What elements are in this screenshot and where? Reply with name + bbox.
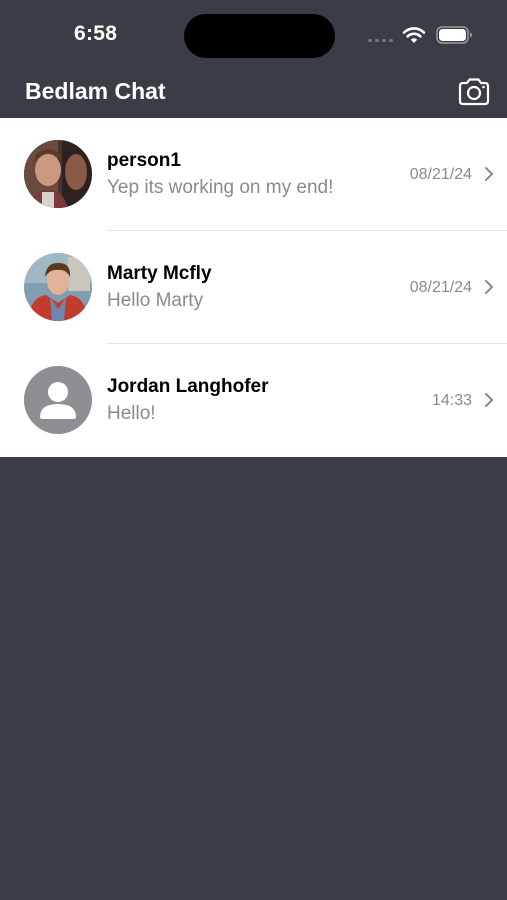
chevron-right-icon — [485, 280, 493, 294]
cellular-signal-icon — [368, 39, 393, 42]
wifi-icon — [402, 27, 426, 43]
chevron-right-icon — [485, 393, 493, 407]
chat-row-jordan-langhofer[interactable]: Jordan Langhofer Hello! 14:33 — [0, 344, 507, 457]
chat-name: Marty Mcfly — [107, 263, 212, 284]
chevron-right-icon — [485, 167, 493, 181]
battery-icon — [436, 26, 472, 44]
page-title: Bedlam Chat — [25, 78, 166, 104]
chat-row-marty-mcfly[interactable]: Marty Mcfly Hello Marty 08/21/24 — [0, 231, 507, 344]
chat-timestamp: 08/21/24 — [409, 279, 472, 296]
chat-name: person1 — [107, 150, 181, 171]
dynamic-island — [184, 14, 335, 58]
default-person-icon — [24, 366, 92, 434]
status-time: 6:58 — [74, 22, 118, 45]
chat-name: Jordan Langhofer — [107, 376, 269, 397]
avatar-person1 — [24, 140, 92, 208]
avatar-marty-mcfly — [24, 253, 92, 321]
chat-row-person1[interactable]: person1 Yep its working on my end! 08/21… — [0, 118, 507, 231]
navigation-bar: Bedlam Chat — [0, 72, 507, 118]
chat-preview: Hello! — [107, 403, 156, 424]
chat-timestamp: 08/21/24 — [409, 166, 472, 183]
chat-timestamp: 14:33 — [431, 392, 472, 409]
chat-list: person1 Yep its working on my end! 08/21… — [0, 118, 507, 457]
camera-icon[interactable] — [457, 77, 491, 107]
status-bar: 6:58 — [0, 0, 507, 72]
chat-preview: Yep its working on my end! — [107, 177, 334, 198]
chat-preview: Hello Marty — [107, 290, 204, 311]
